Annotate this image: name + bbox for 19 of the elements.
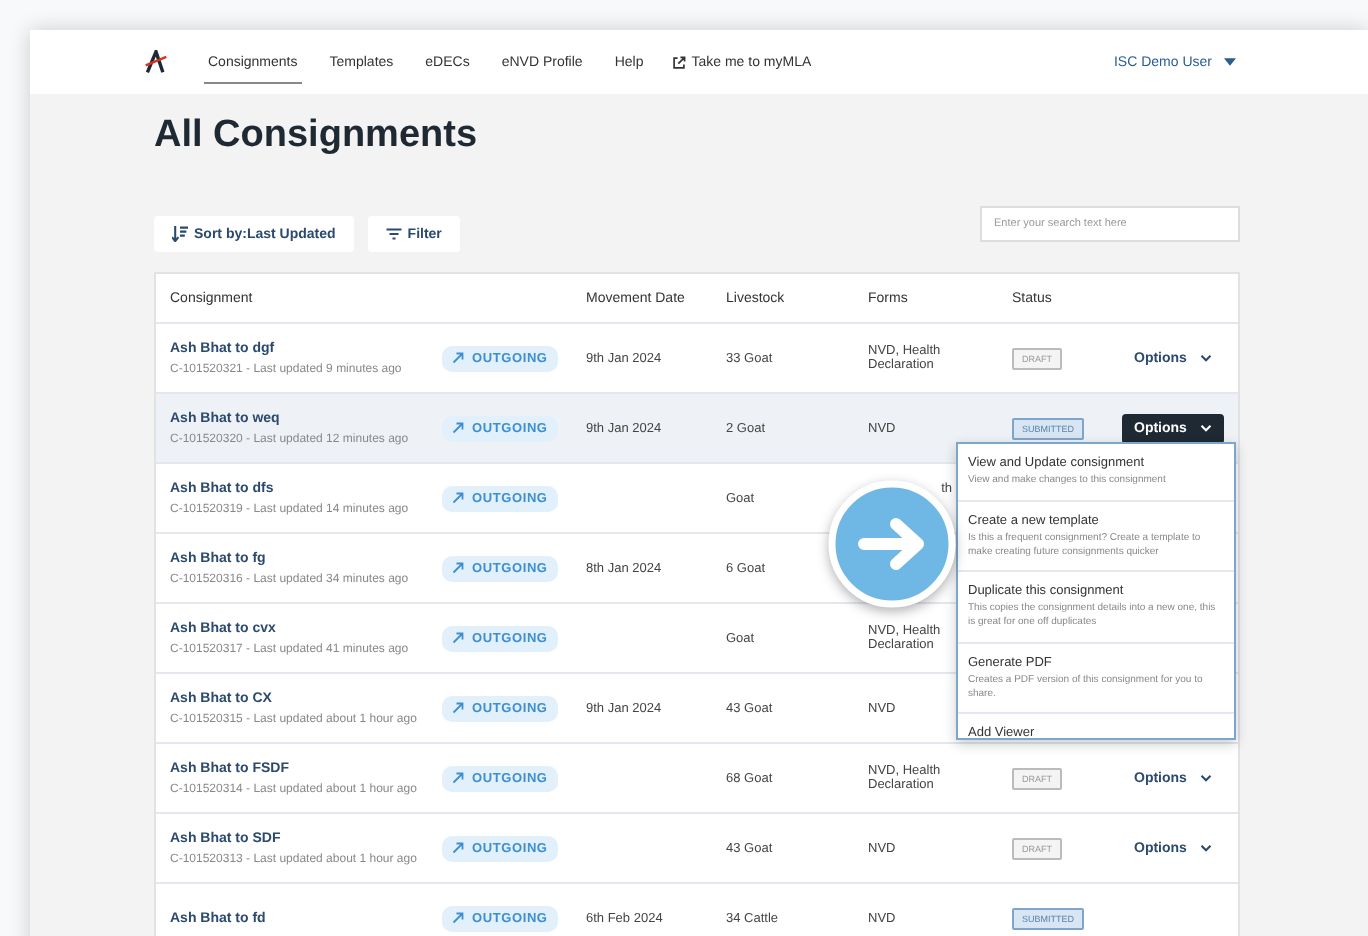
arrow-icon <box>452 352 464 364</box>
arrow-icon <box>452 772 464 784</box>
arrow-icon <box>452 632 464 644</box>
arrow-icon <box>452 562 464 574</box>
chevron-icon <box>1200 774 1213 782</box>
page-title: All Consignments <box>154 112 480 160</box>
external-link-icon <box>671 55 686 69</box>
chevron-icon <box>1200 354 1213 362</box>
logo-icon[interactable] <box>144 50 168 74</box>
caret-icon <box>1224 58 1236 66</box>
arrow-icon <box>452 702 464 714</box>
arrow-icon <box>452 842 464 854</box>
filter-icon <box>385 228 402 240</box>
sort-icon <box>172 226 188 242</box>
chevron-icon <box>1200 844 1213 852</box>
chevron-icon <box>1200 424 1213 432</box>
arrow-icon <box>452 492 464 504</box>
arrow-icon <box>452 912 464 924</box>
arrow-icon <box>452 422 464 434</box>
